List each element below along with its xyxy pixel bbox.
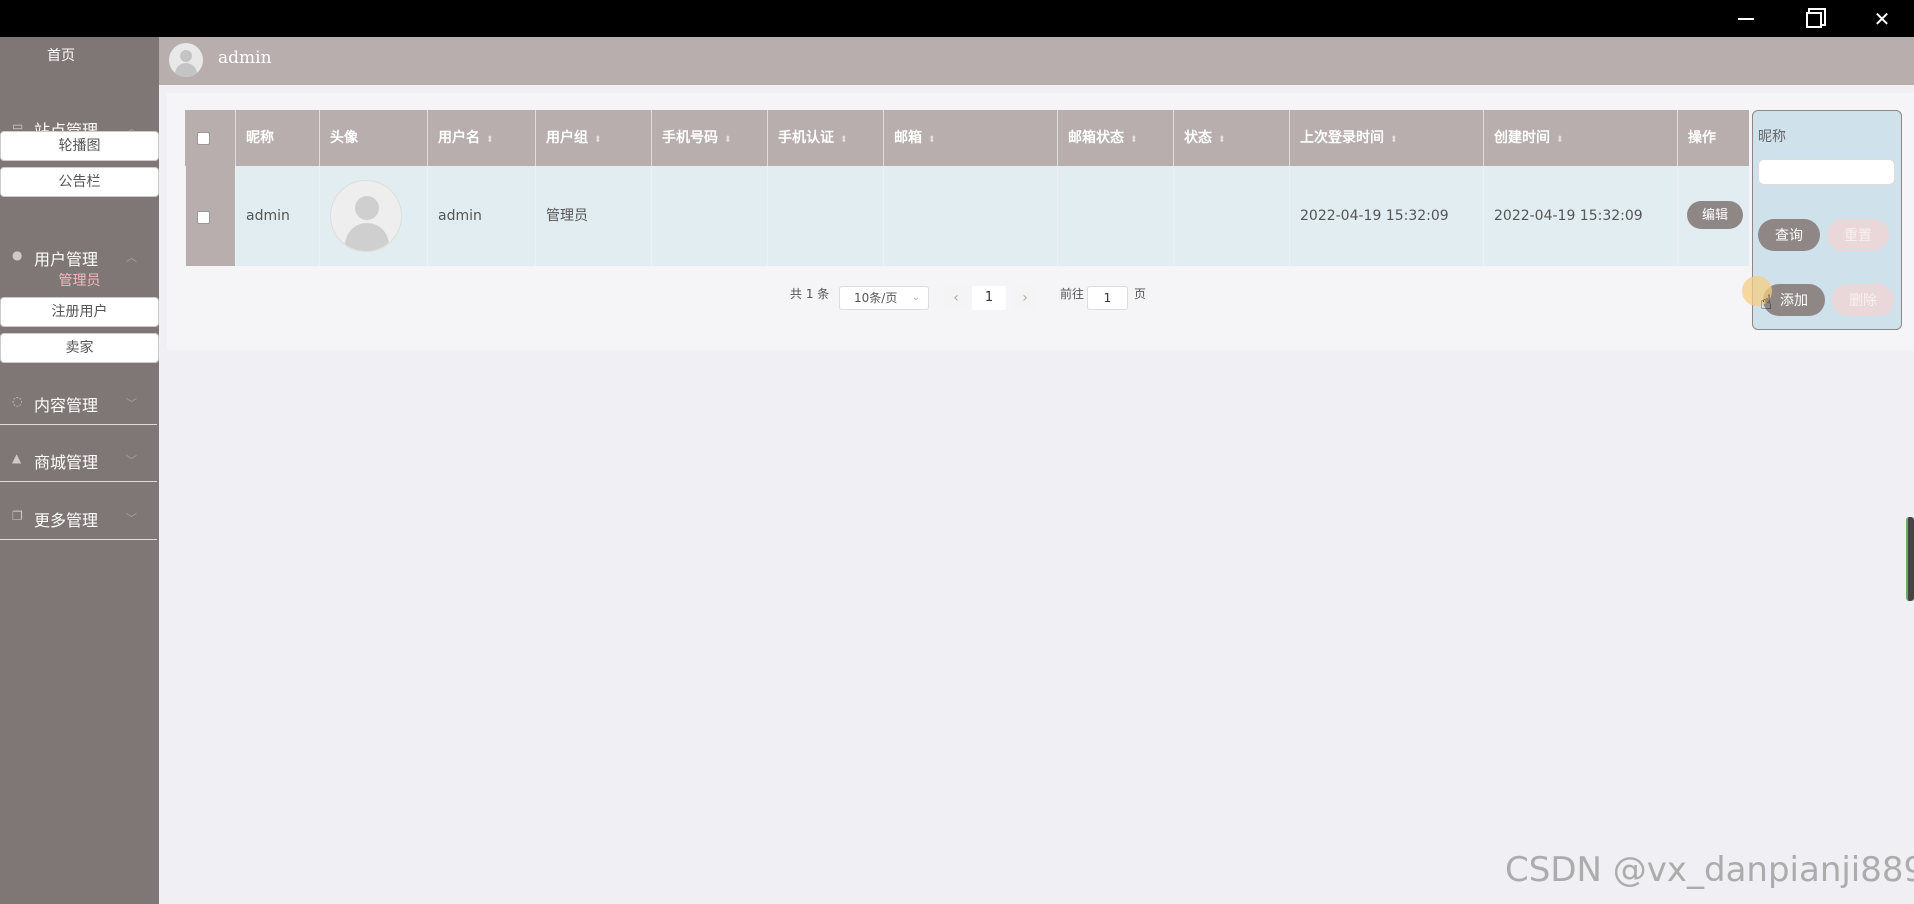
col-phone[interactable]: 手机号码 ⬍ (651, 110, 767, 166)
sidebar-item-sellers[interactable]: 卖家 (0, 333, 159, 363)
page-suffix: 页 (1134, 287, 1147, 301)
sidebar-group-more[interactable]: ❐ 更多管理 ﹀ (0, 496, 157, 540)
chevron-down-icon: ﹀ (126, 512, 137, 525)
sort-icon: ⬍ (1218, 135, 1226, 145)
cell-nickname: admin (235, 166, 319, 266)
current-page-number[interactable]: 1 (972, 286, 1006, 310)
minimize-icon[interactable] (1726, 5, 1766, 33)
cell-email (883, 166, 1057, 266)
sort-icon: ⬍ (486, 135, 494, 145)
chevron-down-icon: ﹀ (126, 397, 137, 410)
pagination-total: 共 1 条 (790, 287, 830, 301)
sidebar-group-content[interactable]: ◌ 内容管理 ﹀ (0, 381, 157, 425)
sort-icon: ⬍ (928, 135, 936, 145)
col-email-status[interactable]: 邮箱状态 ⬍ (1057, 110, 1173, 166)
sort-icon: ⬍ (840, 135, 848, 145)
bag-icon: ▲ (12, 451, 22, 465)
close-icon[interactable] (1862, 5, 1902, 33)
edge-scrollbar[interactable] (1906, 517, 1914, 601)
sort-icon: ⬍ (1390, 135, 1398, 145)
col-group[interactable]: 用户组 ⬍ (535, 110, 651, 166)
cell-group: 管理员 (535, 166, 651, 266)
query-button[interactable]: 查询 (1758, 219, 1820, 251)
chat-icon: ◌ (12, 394, 23, 408)
sidebar-item-admin[interactable]: 管理员 (0, 266, 159, 296)
chevron-up-icon: ︿ (126, 251, 137, 264)
sidebar-item-notice[interactable]: 公告栏 (0, 167, 159, 197)
col-nickname[interactable]: 昵称 (235, 110, 319, 166)
col-actions: 操作 (1677, 110, 1749, 166)
nickname-search-input[interactable] (1758, 159, 1895, 185)
sort-icon: ⬍ (724, 135, 732, 145)
header-username: admin (218, 48, 272, 68)
col-created[interactable]: 创建时间 ⬍ (1483, 110, 1677, 166)
sidebar-home[interactable]: 首页 (0, 45, 122, 65)
top-header: admin (159, 37, 1914, 85)
user-icon: ● (12, 248, 23, 262)
row-avatar-image (330, 180, 402, 252)
reset-button[interactable]: 重置 (1827, 219, 1889, 251)
cell-username: admin (427, 166, 535, 266)
edit-button[interactable]: 编辑 (1687, 201, 1743, 229)
select-all-checkbox[interactable] (197, 132, 210, 145)
maximize-icon[interactable] (1794, 5, 1834, 33)
goto-label: 前往 (1060, 287, 1085, 301)
row-check-cell (185, 166, 235, 266)
cell-status (1173, 166, 1289, 266)
col-phone-verified[interactable]: 手机认证 ⬍ (767, 110, 883, 166)
col-username[interactable]: 用户名 ⬍ (427, 110, 535, 166)
avatar[interactable] (169, 43, 203, 77)
add-button[interactable]: 添加 (1763, 284, 1825, 316)
cell-email-status (1057, 166, 1173, 266)
sidebar-item-registered-users[interactable]: 注册用户 (0, 297, 159, 327)
cell-created: 2022-04-19 15:32:09 (1483, 166, 1677, 266)
watermark: CSDN @vx_danpianji889 (1505, 850, 1914, 890)
window-titlebar (0, 0, 1914, 37)
col-avatar: 头像 (319, 110, 427, 166)
hand-cursor-icon: ☝ (1760, 290, 1773, 314)
search-panel: 昵称 查询 重置 添加 删除 (1752, 110, 1902, 330)
page-size-select[interactable]: 10条/页 ⌄ (839, 286, 929, 310)
sort-icon: ⬍ (594, 135, 602, 145)
sort-icon: ⬍ (1130, 135, 1138, 145)
chevron-down-icon: ⌄ (911, 292, 920, 303)
col-email[interactable]: 邮箱 ⬍ (883, 110, 1057, 166)
prev-page-button[interactable]: ‹ (944, 286, 968, 310)
delete-button[interactable]: 删除 (1832, 284, 1894, 316)
cell-phone-verified (767, 166, 883, 266)
cell-last-login: 2022-04-19 15:32:09 (1289, 166, 1483, 266)
next-page-button[interactable]: › (1013, 286, 1037, 310)
sidebar-item-carousel[interactable]: 轮播图 (0, 131, 159, 161)
col-last-login[interactable]: 上次登录时间 ⬍ (1289, 110, 1483, 166)
search-label: 昵称 (1758, 129, 1786, 145)
sidebar-group-mall[interactable]: ▲ 商城管理 ﹀ (0, 438, 157, 482)
copy-icon: ❐ (12, 509, 23, 523)
sidebar: 首页 ▭ 站点管理 ︿ 轮播图 公告栏 ● 用户管理 ︿ 管理员 注册用户 卖家… (0, 37, 159, 904)
header-select-all (185, 110, 235, 166)
col-status[interactable]: 状态 ⬍ (1173, 110, 1289, 166)
chevron-down-icon: ﹀ (126, 454, 137, 467)
goto-page-input[interactable]: 1 (1087, 286, 1128, 310)
cell-phone (651, 166, 767, 266)
sort-icon: ⬍ (1556, 135, 1564, 145)
row-checkbox[interactable] (197, 211, 210, 224)
